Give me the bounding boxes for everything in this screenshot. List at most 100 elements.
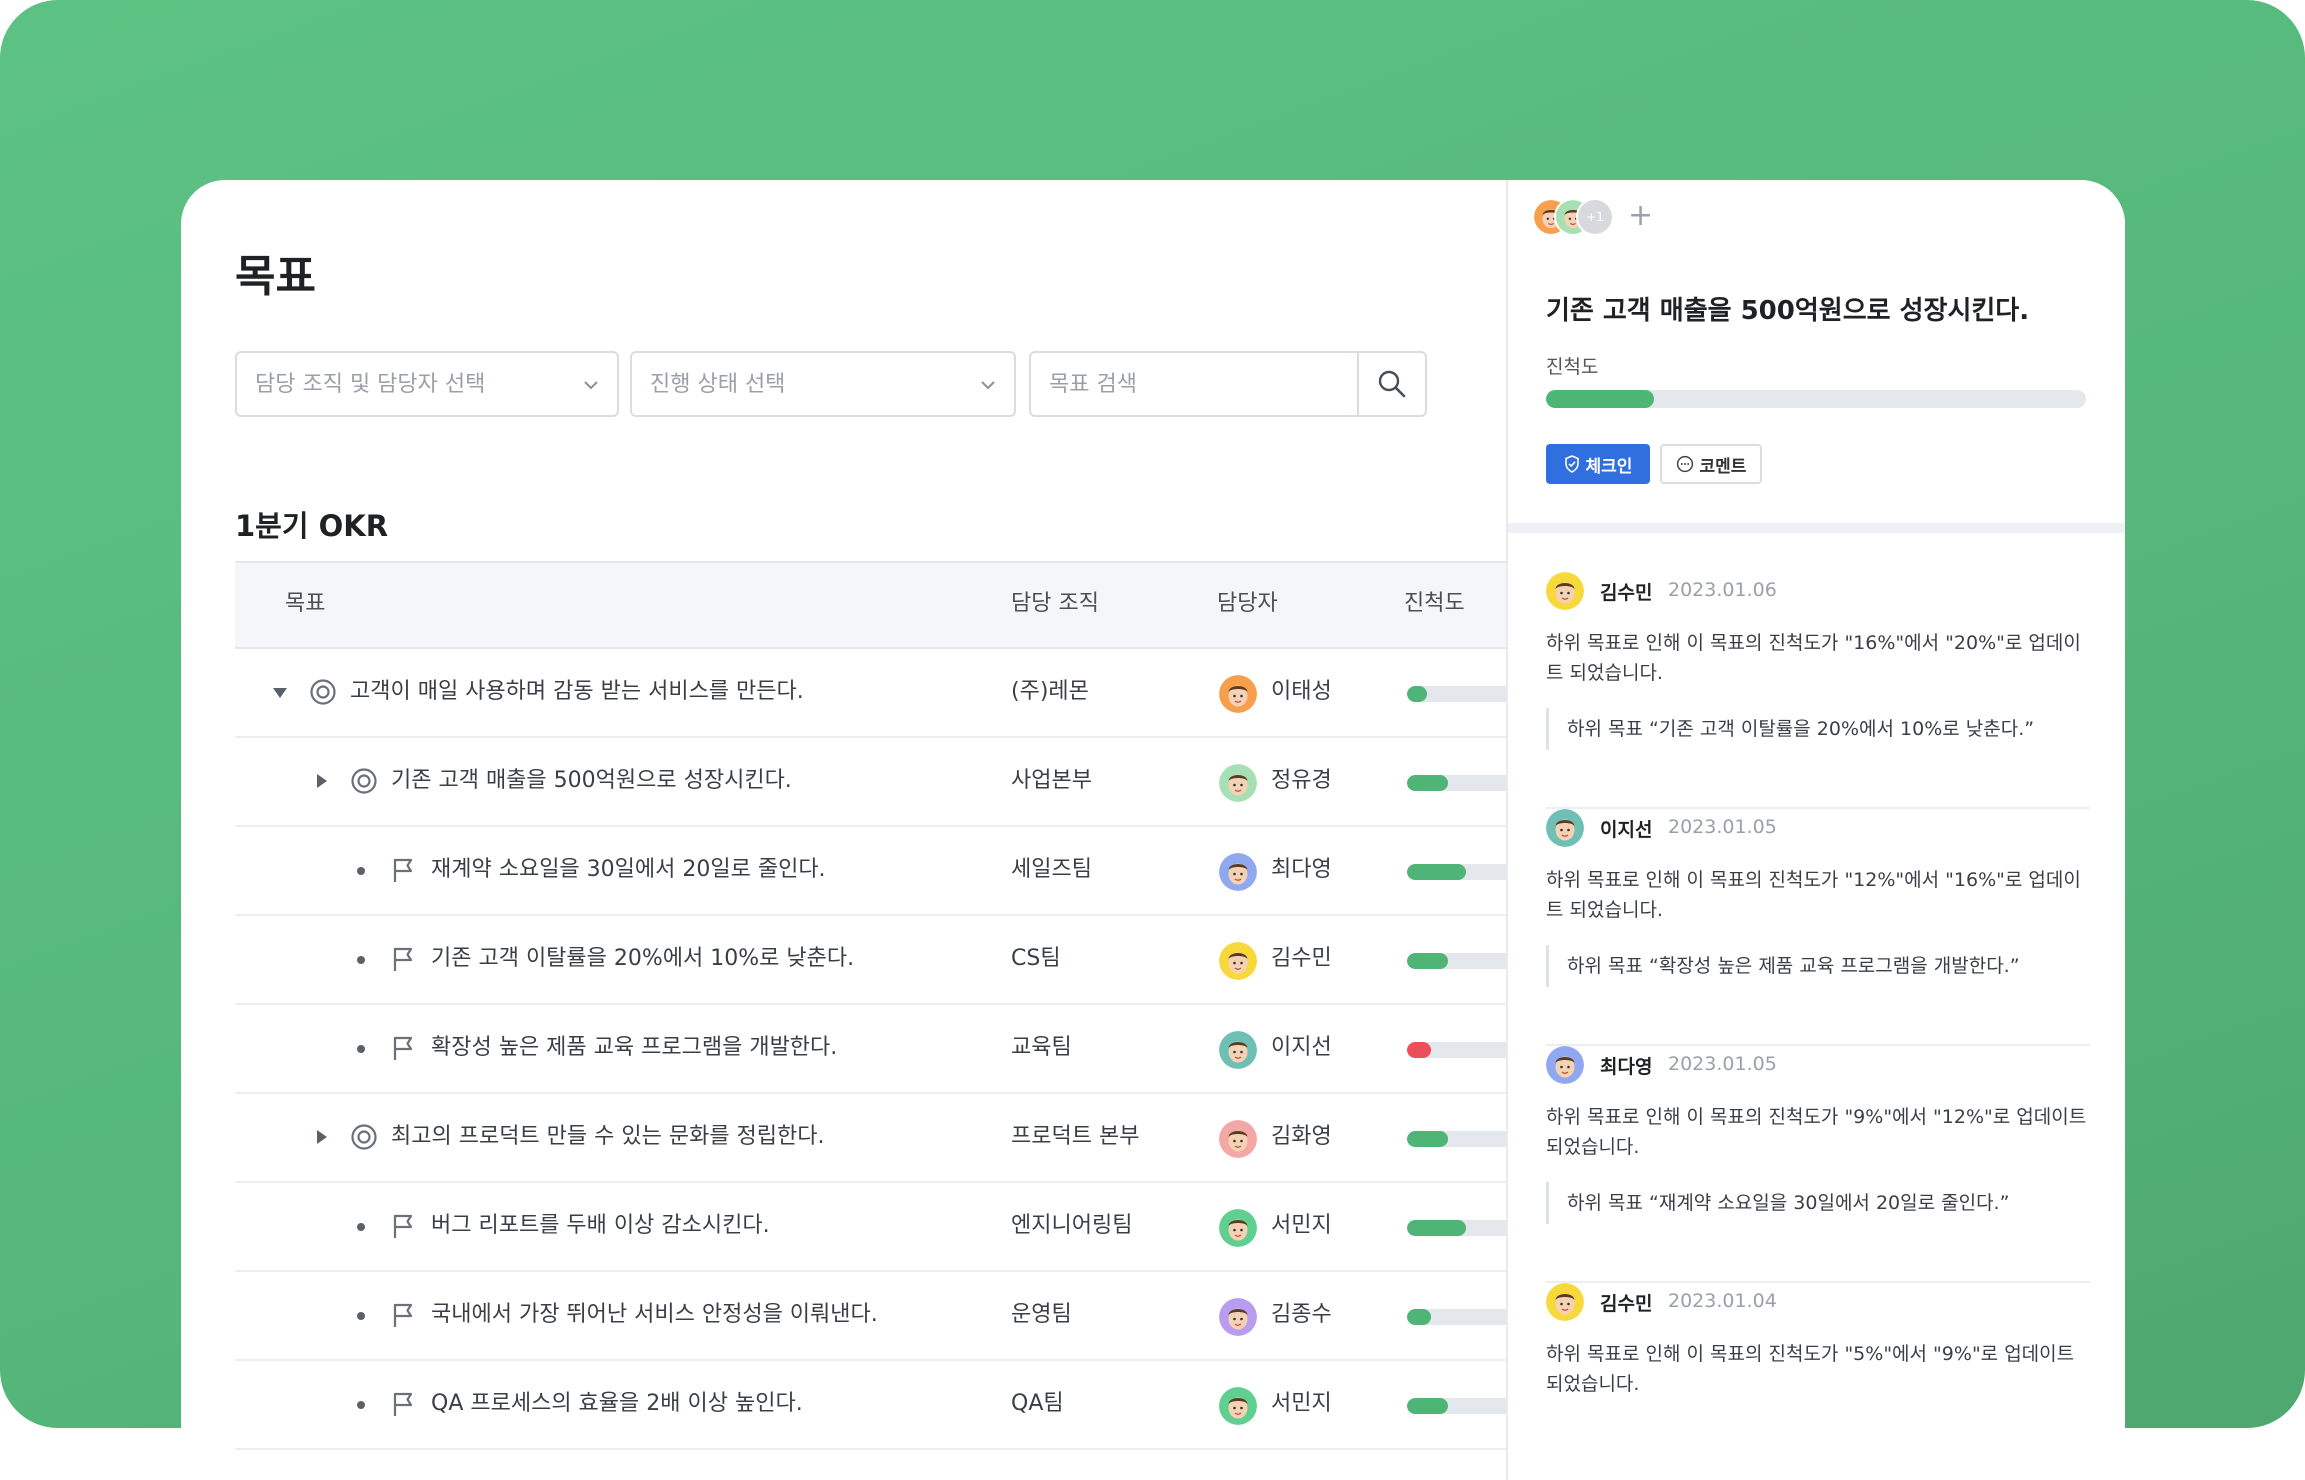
- target-icon: [309, 678, 337, 710]
- table-row[interactable]: QA 프로세스의 효율을 2배 이상 높인다. QA팀 서민지: [235, 1361, 1506, 1450]
- feed-quote: 하위 목표 “기존 고객 이탈률을 20%에서 10%로 낮춘다.”: [1546, 708, 2034, 750]
- flag-icon: [390, 1390, 418, 1422]
- table-row[interactable]: 기존 고객 이탈률을 20%에서 10%로 낮춘다. CS팀 김수민: [235, 916, 1506, 1005]
- comment-button[interactable]: 코멘트: [1660, 444, 1762, 484]
- expand-toggle-icon[interactable]: [317, 1130, 327, 1144]
- flag-icon: [390, 1301, 418, 1333]
- goal-progress-fill: [1407, 864, 1466, 880]
- goal-progress-fill: [1407, 775, 1448, 791]
- header-owner: 담당자: [1217, 591, 1278, 616]
- goal-title[interactable]: 기존 고객 매출을 500억원으로 성장시킨다.: [391, 738, 792, 823]
- goal-org: 세일즈팀: [1011, 857, 1092, 882]
- table-row[interactable]: 버그 리포트를 두배 이상 감소시킨다. 엔지니어링팀 서민지: [235, 1183, 1506, 1272]
- goal-progress-fill: [1407, 686, 1427, 702]
- chevron-down-icon: [981, 381, 995, 390]
- avatar: [1219, 675, 1257, 713]
- goal-title[interactable]: 최고의 프로덕트 만들 수 있는 문화를 정립한다.: [391, 1094, 825, 1179]
- feed-text: 하위 목표로 인해 이 목표의 진척도가 "12%"에서 "16%"로 업데이트…: [1546, 869, 2081, 921]
- avatar: [1219, 1298, 1257, 1336]
- goal-title[interactable]: 재계약 소요일을 30일에서 20일로 줄인다.: [431, 827, 826, 912]
- bullet-icon: [357, 1045, 365, 1053]
- avatar: [1219, 1120, 1257, 1158]
- goal-search-input[interactable]: 목표 검색: [1049, 353, 1137, 417]
- avatar: [1546, 572, 1584, 610]
- collapse-toggle-icon[interactable]: [273, 688, 287, 698]
- checkin-label: 체크인: [1585, 456, 1633, 477]
- expand-toggle-icon[interactable]: [317, 774, 327, 788]
- status-select[interactable]: 진행 상태 선택: [630, 351, 1016, 417]
- table-row[interactable]: 고객이 매일 사용하며 감동 받는 서비스를 만든다. (주)레몬 이태성: [235, 649, 1506, 738]
- goal-progress-fill: [1407, 1042, 1431, 1058]
- add-member-button[interactable]: +: [1628, 201, 1653, 231]
- goal-progress-bar: [1407, 1042, 1506, 1058]
- flag-icon: [390, 945, 418, 977]
- goal-org: (주)레몬: [1011, 679, 1089, 704]
- goal-title[interactable]: 버그 리포트를 두배 이상 감소시킨다.: [431, 1183, 770, 1268]
- panel-divider: [1508, 523, 2125, 533]
- panel-progress-bar: [1546, 390, 2086, 408]
- bullet-icon: [357, 1312, 365, 1320]
- feed-date: 2023.01.05: [1668, 1053, 1777, 1075]
- feed-quote: 하위 목표 “확장성 높은 제품 교육 프로그램을 개발한다.”: [1546, 945, 2020, 987]
- goal-owner: 이태성: [1271, 679, 1332, 704]
- bullet-icon: [357, 956, 365, 964]
- goal-owner: 이지선: [1271, 1035, 1332, 1060]
- target-icon: [350, 767, 378, 799]
- feed-author: 김수민: [1600, 582, 1653, 604]
- goal-title[interactable]: QA 프로세스의 효율을 2배 이상 높인다.: [431, 1361, 803, 1446]
- goal-progress-bar: [1407, 1309, 1506, 1325]
- feed-text: 하위 목표로 인해 이 목표의 진척도가 "16%"에서 "20%"로 업데이트…: [1546, 632, 2081, 684]
- goal-title[interactable]: 국내에서 가장 뛰어난 서비스 안정성을 이뤄낸다.: [431, 1272, 878, 1357]
- feed-entry: 이지선 2023.01.05 하위 목표로 인해 이 목표의 진척도가 "12%"에…: [1546, 809, 2090, 1046]
- goal-owner: 정유경: [1271, 768, 1332, 793]
- search-button[interactable]: [1357, 353, 1425, 415]
- goal-owner: 최다영: [1271, 857, 1332, 882]
- more-members-count: +1: [1576, 198, 1614, 236]
- goal-progress-bar: [1407, 864, 1506, 880]
- activity-feed: 김수민 2023.01.06 하위 목표로 인해 이 목표의 진척도가 "16%"에…: [1546, 572, 2090, 1480]
- checkin-button[interactable]: 체크인: [1546, 444, 1650, 484]
- goal-title[interactable]: 확장성 높은 제품 교육 프로그램을 개발한다.: [431, 1005, 837, 1090]
- avatar: [1546, 809, 1584, 847]
- goal-org: 교육팀: [1011, 1035, 1072, 1060]
- search-icon: [1378, 370, 1406, 398]
- table-row[interactable]: 재계약 소요일을 30일에서 20일로 줄인다. 세일즈팀 최다영: [235, 827, 1506, 916]
- table-row[interactable]: 최고의 프로덕트 만들 수 있는 문화를 정립한다. 프로덕트 본부 김화영: [235, 1094, 1506, 1183]
- bullet-icon: [357, 1223, 365, 1231]
- goal-owner: 김종수: [1271, 1302, 1332, 1327]
- table-row[interactable]: 기존 고객 매출을 500억원으로 성장시킨다. 사업본부 정유경: [235, 738, 1506, 827]
- org-owner-select[interactable]: 담당 조직 및 담당자 선택: [235, 351, 619, 417]
- goal-org: CS팀: [1011, 946, 1061, 971]
- bullet-icon: [357, 867, 365, 875]
- bullet-icon: [357, 1401, 365, 1409]
- shield-check-icon: [1564, 455, 1579, 473]
- goal-org: 운영팀: [1011, 1302, 1072, 1327]
- okr-window: 목표 담당 조직 및 담당자 선택 진행 상태 선택 목표 검색 1분기 OKR…: [181, 180, 2125, 1480]
- goal-title[interactable]: 고객이 매일 사용하며 감동 받는 서비스를 만든다.: [350, 649, 804, 734]
- comment-label: 코멘트: [1699, 456, 1747, 477]
- table-row[interactable]: 확장성 높은 제품 교육 프로그램을 개발한다. 교육팀 이지선: [235, 1005, 1506, 1094]
- goal-title[interactable]: 기존 고객 이탈률을 20%에서 10%로 낮춘다.: [431, 916, 854, 1001]
- goal-search-box: 목표 검색: [1029, 351, 1427, 417]
- feed-text: 하위 목표로 인해 이 목표의 진척도가 "5%"에서 "9%"로 업데이트 되…: [1546, 1343, 2075, 1395]
- feed-entry: 최다영 2023.01.05 하위 목표로 인해 이 목표의 진척도가 "9%"에서…: [1546, 1046, 2090, 1283]
- goal-org: 엔지니어링팀: [1011, 1213, 1133, 1238]
- feed-text: 하위 목표로 인해 이 목표의 진척도가 "9%"에서 "12%"로 업데이트 …: [1546, 1106, 2087, 1158]
- table-row[interactable]: 국내에서 가장 뛰어난 서비스 안정성을 이뤄낸다. 운영팀 김종수: [235, 1272, 1506, 1361]
- goal-org: 사업본부: [1011, 768, 1092, 793]
- goal-owner: 서민지: [1271, 1213, 1332, 1238]
- page-title: 목표: [235, 251, 316, 302]
- goal-owner: 김화영: [1271, 1124, 1332, 1149]
- goal-org: QA팀: [1011, 1391, 1064, 1416]
- org-owner-select-placeholder: 담당 조직 및 담당자 선택: [255, 372, 486, 397]
- panel-progress-fill: [1546, 390, 1654, 408]
- goal-progress-bar: [1407, 1398, 1506, 1414]
- section-title: 1분기 OKR: [235, 509, 389, 543]
- avatar: [1546, 1046, 1584, 1084]
- avatar: [1219, 1387, 1257, 1425]
- goal-progress-bar: [1407, 953, 1506, 969]
- flag-icon: [390, 856, 418, 888]
- panel-progress-label: 진척도: [1546, 356, 1599, 378]
- avatar: [1219, 764, 1257, 802]
- avatar: [1219, 942, 1257, 980]
